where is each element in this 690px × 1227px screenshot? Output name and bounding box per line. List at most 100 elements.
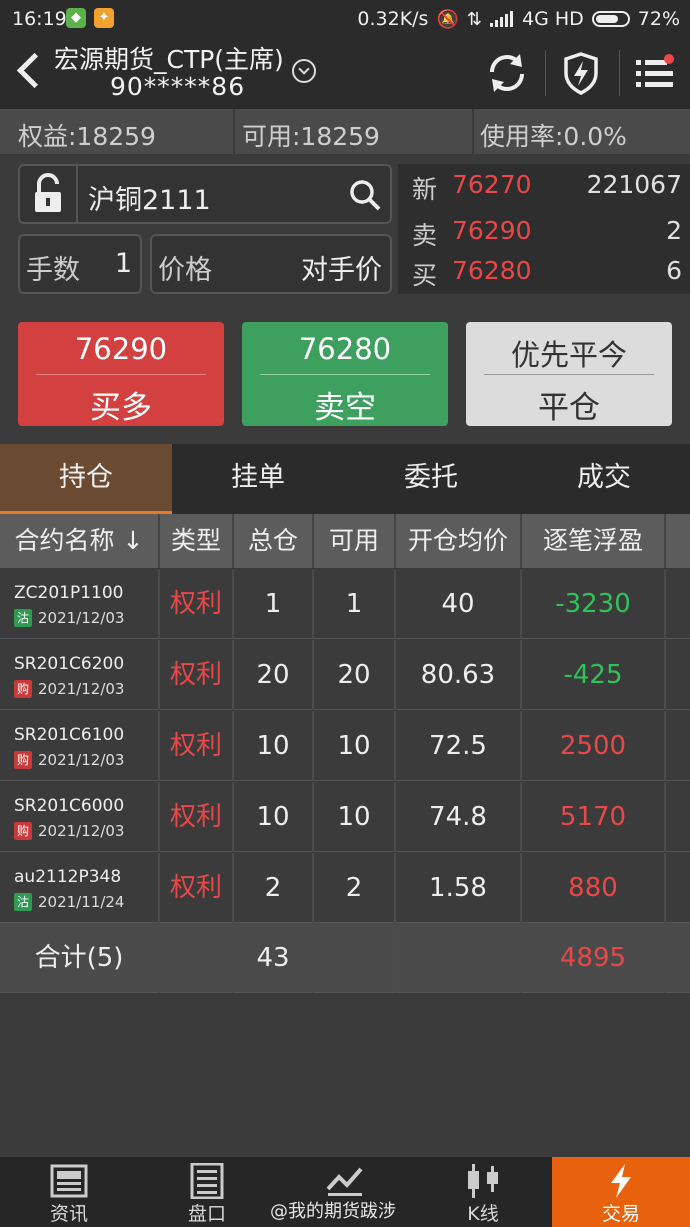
shield-lightning-icon: [564, 52, 598, 95]
expiry-date: 2021/12/03: [38, 609, 125, 627]
bid-row[interactable]: 买 76280 6: [398, 256, 690, 296]
cell-available: 10: [314, 782, 396, 852]
cell-type: 权利: [160, 640, 234, 710]
cell-total: 20: [234, 640, 314, 710]
expiry-date: 2021/12/03: [38, 680, 125, 698]
table-row[interactable]: SR201C6000 购 2021/12/03 权利 10 10 74.8 5170: [0, 782, 690, 852]
tab-positions[interactable]: 持仓: [0, 444, 172, 514]
sell-short-button[interactable]: 76280 卖空: [242, 322, 448, 426]
option-type-badge: 购: [14, 680, 32, 698]
equity: 权益:18259: [18, 122, 156, 151]
cell-contract: SR201C6100 购 2021/12/03: [0, 711, 160, 781]
cell-available: 2: [314, 853, 396, 923]
table-row[interactable]: au2112P348 沽 2021/11/24 权利 2 2 1.58 880: [0, 853, 690, 923]
nav-orderbook-label: 盘口: [187, 1203, 226, 1225]
back-button[interactable]: [14, 50, 53, 94]
col-type[interactable]: 类型: [160, 514, 234, 568]
cell-contract: ZC201P1100 沽 2021/12/03: [0, 569, 160, 639]
cell-total: 10: [234, 782, 314, 852]
orderbook-icon: [190, 1163, 224, 1199]
contract-code: au2112P348: [14, 867, 122, 887]
search-icon[interactable]: [348, 178, 382, 212]
table-row[interactable]: ZC201P1100 沽 2021/12/03 权利 1 1 40 -3230: [0, 569, 690, 639]
expiry-date: 2021/12/03: [38, 751, 125, 769]
cell-avg-price: 72.5: [396, 711, 522, 781]
close-label: 平仓: [538, 390, 600, 426]
ask-price: 76290: [452, 216, 532, 245]
nav-kline[interactable]: K线: [414, 1157, 552, 1227]
cell-type: 权利: [160, 853, 234, 923]
table-row[interactable]: SR201C6200 购 2021/12/03 权利 20 20 80.63 -425: [0, 640, 690, 710]
option-type-badge: 沽: [14, 609, 32, 627]
col-available[interactable]: 可用: [314, 514, 396, 568]
account-name[interactable]: 宏源期货_CTP(主席): [54, 40, 284, 76]
col-contract[interactable]: 合约名称 ↓: [0, 514, 160, 568]
last-label: 新: [412, 175, 438, 204]
usage-rate: 使用率:0.0%: [480, 122, 627, 151]
close-mode: 优先平今: [510, 338, 627, 372]
positions-table-header: 合约名称 ↓ 类型 总仓 可用 开仓均价 逐笔浮盈: [0, 514, 690, 568]
status-time: 16:19: [12, 8, 67, 30]
account-dropdown-icon[interactable]: [292, 59, 316, 83]
col-pnl[interactable]: 逐笔浮盈: [522, 514, 666, 568]
bid-volume: 6: [666, 256, 682, 285]
tab-trades[interactable]: 成交: [518, 444, 690, 514]
contract-code: SR201C6100: [14, 725, 125, 745]
cell-available: 1: [314, 569, 396, 639]
sell-label: 卖空: [314, 390, 376, 426]
price-label: 价格: [158, 255, 212, 286]
close-position-button[interactable]: 优先平今 平仓: [466, 322, 672, 426]
total-label: 合计(5): [0, 923, 160, 993]
expiry-date: 2021/12/03: [38, 822, 125, 840]
lock-button[interactable]: [18, 164, 78, 224]
col-avg-price[interactable]: 开仓均价: [396, 514, 522, 568]
quantity-value: 1: [114, 248, 132, 279]
quantity-field[interactable]: 手数 1: [18, 234, 142, 294]
last-price-row: 新 76270 221067: [398, 170, 690, 210]
tab-orders[interactable]: 委托: [345, 444, 517, 514]
header-divider: [619, 50, 620, 96]
menu-list-icon: [636, 54, 674, 87]
signal-icon: [489, 11, 514, 27]
tab-pending[interactable]: 挂单: [172, 444, 344, 514]
nav-news[interactable]: 资讯: [0, 1157, 138, 1227]
nav-orderbook[interactable]: 盘口: [138, 1157, 276, 1227]
contract-code: SR201C6000: [14, 796, 125, 816]
total-row: 合计(5) 43 4895: [0, 923, 690, 993]
menu-button[interactable]: [630, 48, 680, 98]
nav-trade-label: 交易: [601, 1203, 640, 1225]
total-pnl: 4895: [522, 923, 666, 993]
cell-pnl: 5170: [522, 782, 666, 852]
ask-row[interactable]: 卖 76290 2: [398, 216, 690, 256]
nav-trade[interactable]: 交易: [552, 1157, 690, 1227]
buy-long-button[interactable]: 76290 买多: [18, 322, 224, 426]
bid-label: 买: [412, 261, 438, 290]
quantity-label: 手数: [26, 255, 80, 286]
ask-volume: 2: [666, 216, 682, 245]
last-price: 76270: [452, 170, 532, 199]
buy-price: 76290: [74, 332, 168, 366]
mute-icon: 🔕: [436, 8, 459, 30]
account-number[interactable]: 90*****86: [110, 72, 245, 101]
price-field[interactable]: 价格 对手价: [150, 234, 392, 294]
cell-avg-price: 80.63: [396, 640, 522, 710]
symbol-input[interactable]: 沪铜2111: [78, 164, 392, 224]
contract-code: ZC201P1100: [14, 583, 124, 603]
quote-panel: 新 76270 221067 卖 76290 2 买 76280 6: [398, 164, 690, 294]
expiry-date: 2021/11/24: [38, 893, 125, 911]
refresh-button[interactable]: [482, 48, 532, 98]
security-button[interactable]: [556, 48, 606, 98]
cell-total: 10: [234, 711, 314, 781]
record-tabs: 持仓 挂单 委托 成交: [0, 444, 690, 514]
unlock-icon: [35, 173, 61, 212]
col-total[interactable]: 总仓: [234, 514, 314, 568]
data-transfer-icon: ⇅: [466, 8, 482, 30]
price-value: 对手价: [301, 255, 382, 286]
table-row[interactable]: SR201C6100 购 2021/12/03 权利 10 10 72.5 2500: [0, 711, 690, 781]
cell-pnl: -425: [522, 640, 666, 710]
option-type-badge: 沽: [14, 893, 32, 911]
status-bar: 16:19 ◆ ✦ 0.32K/s 🔕 ⇅ 4G HD 72%: [0, 0, 690, 36]
cell-avg-price: 40: [396, 569, 522, 639]
cell-avg-price: 1.58: [396, 853, 522, 923]
header-divider: [545, 50, 546, 96]
